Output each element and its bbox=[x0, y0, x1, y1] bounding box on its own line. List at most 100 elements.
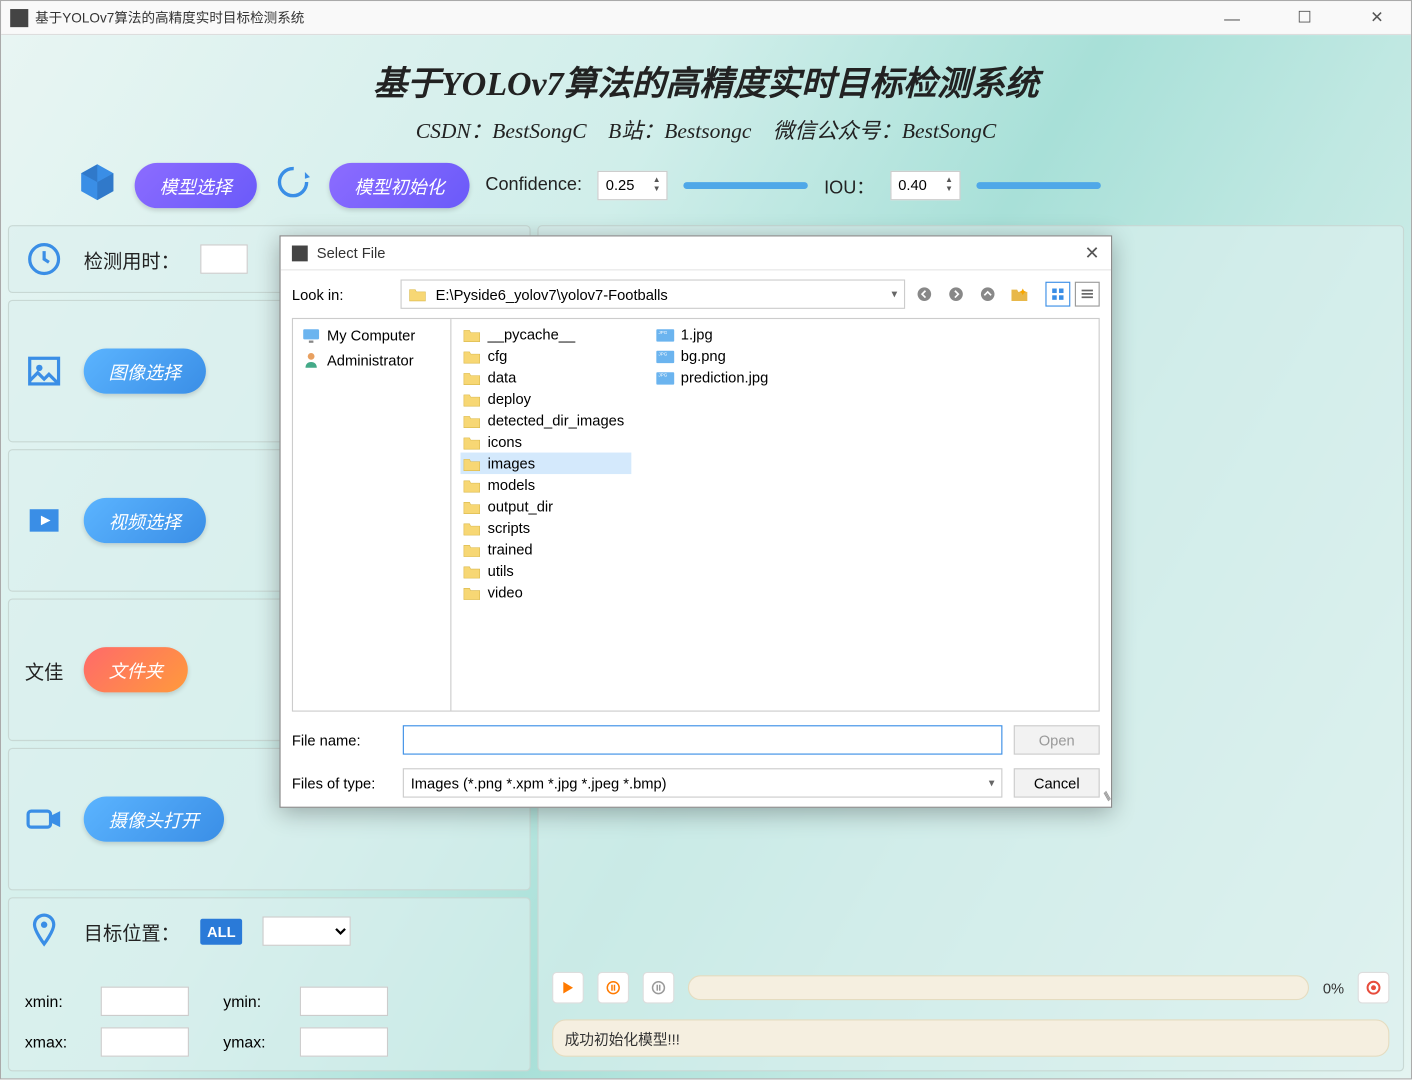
folder-item[interactable]: deploy bbox=[460, 388, 631, 409]
lookin-dropdown[interactable]: E:\Pyside6_yolov7\yolov7-Footballs ▾ bbox=[401, 279, 906, 308]
filename-input[interactable] bbox=[403, 725, 1003, 754]
spin-down-icon[interactable]: ▼ bbox=[649, 185, 665, 194]
file-list[interactable]: __pycache__cfgdatadeploydetected_dir_ima… bbox=[451, 319, 1098, 710]
video-select-button[interactable]: 视频选择 bbox=[84, 498, 206, 543]
folder-item[interactable]: detected_dir_images bbox=[460, 410, 631, 431]
page-subtitle: CSDN：BestSongC B站：Bestsongc 微信公众号：BestSo… bbox=[8, 114, 1404, 145]
maximize-button[interactable]: ☐ bbox=[1280, 2, 1330, 34]
ymin-input[interactable] bbox=[299, 987, 387, 1016]
chevron-down-icon: ▾ bbox=[989, 777, 995, 789]
new-folder-icon[interactable] bbox=[1009, 284, 1029, 304]
filetype-dropdown[interactable]: Images (*.png *.xpm *.jpg *.jpeg *.bmp) … bbox=[403, 768, 1003, 797]
image-item[interactable]: JPGbg.png bbox=[654, 345, 775, 366]
image-item[interactable]: JPG1.jpg bbox=[654, 324, 775, 345]
folder-item[interactable]: scripts bbox=[460, 517, 631, 538]
camera-icon bbox=[25, 800, 63, 838]
progress-bar[interactable] bbox=[688, 975, 1309, 1000]
forward-icon[interactable] bbox=[946, 284, 966, 304]
iou-label: IOU： bbox=[824, 171, 874, 198]
image-icon bbox=[25, 352, 63, 390]
filename-label: File name: bbox=[292, 731, 392, 748]
folder-item[interactable]: models bbox=[460, 474, 631, 495]
camera-open-button[interactable]: 摄像头打开 bbox=[84, 797, 224, 842]
dialog-icon bbox=[292, 245, 308, 261]
status-message: 成功初始化模型!!! bbox=[552, 1019, 1389, 1056]
xmin-label: xmin: bbox=[25, 992, 67, 1010]
wenjia-label: 文佳 bbox=[25, 656, 63, 684]
progress-percent: 0% bbox=[1323, 979, 1344, 996]
folder-item[interactable]: utils bbox=[460, 560, 631, 581]
cancel-button[interactable]: Cancel bbox=[1014, 768, 1100, 797]
lookin-path: E:\Pyside6_yolov7\yolov7-Footballs bbox=[436, 286, 668, 303]
filetype-label: Files of type: bbox=[292, 774, 392, 791]
iou-input[interactable]: ▲▼ bbox=[890, 170, 960, 199]
detect-time-label: 检测用时： bbox=[84, 245, 180, 273]
toolbar: 模型选择 模型初始化 Confidence: ▲▼ IOU： ▲▼ bbox=[8, 161, 1404, 221]
spin-down-icon[interactable]: ▼ bbox=[941, 185, 957, 194]
all-badge: ALL bbox=[200, 918, 242, 944]
window-title: 基于YOLOv7算法的高精度实时目标检测系统 bbox=[35, 8, 1207, 27]
spin-up-icon[interactable]: ▲ bbox=[649, 176, 665, 185]
target-position-cell: 目标位置： ALL xmin: ymin: xmax: ymax: bbox=[8, 897, 531, 1071]
confidence-input[interactable]: ▲▼ bbox=[598, 170, 668, 199]
svg-text:JPG: JPG bbox=[658, 329, 667, 334]
folder-item[interactable]: video bbox=[460, 582, 631, 603]
clock-icon bbox=[25, 240, 63, 278]
window-titlebar: 基于YOLOv7算法的高精度实时目标检测系统 — ☐ ✕ bbox=[1, 1, 1411, 35]
folder-button[interactable]: 文件夹 bbox=[84, 647, 188, 692]
folder-item[interactable]: __pycache__ bbox=[460, 324, 631, 345]
cube-icon bbox=[76, 161, 119, 210]
model-select-button[interactable]: 模型选择 bbox=[135, 162, 257, 207]
folder-item[interactable]: data bbox=[460, 367, 631, 388]
stop-button[interactable] bbox=[643, 972, 675, 1004]
play-button[interactable] bbox=[552, 972, 584, 1004]
header-panel: 基于YOLOv7算法的高精度实时目标检测系统 CSDN：BestSongC B站… bbox=[8, 42, 1404, 145]
confidence-value[interactable] bbox=[599, 176, 649, 193]
iou-value[interactable] bbox=[891, 176, 941, 193]
folder-item[interactable]: images bbox=[460, 453, 631, 474]
confidence-slider[interactable] bbox=[684, 182, 808, 189]
image-select-button[interactable]: 图像选择 bbox=[84, 348, 206, 393]
minimize-button[interactable]: — bbox=[1207, 2, 1257, 34]
svg-text:JPG: JPG bbox=[658, 372, 667, 377]
folder-item[interactable]: trained bbox=[460, 539, 631, 560]
folder-item[interactable]: icons bbox=[460, 431, 631, 452]
list-view-icon[interactable] bbox=[1075, 282, 1100, 307]
folder-item[interactable]: cfg bbox=[460, 345, 631, 366]
video-icon bbox=[25, 501, 63, 539]
spin-up-icon[interactable]: ▲ bbox=[941, 176, 957, 185]
file-tree[interactable]: My Computer Administrator bbox=[293, 319, 451, 710]
transport-bar: 0% bbox=[539, 961, 1403, 1015]
refresh-icon bbox=[273, 162, 314, 208]
ymax-label: ymax: bbox=[223, 1033, 265, 1051]
grid-view-icon[interactable] bbox=[1045, 282, 1070, 307]
folder-item[interactable]: output_dir bbox=[460, 496, 631, 517]
close-button[interactable]: ✕ bbox=[1352, 2, 1402, 34]
iou-slider[interactable] bbox=[976, 182, 1100, 189]
pause-button[interactable] bbox=[597, 972, 629, 1004]
location-icon bbox=[25, 912, 63, 950]
xmax-label: xmax: bbox=[25, 1033, 67, 1051]
xmax-input[interactable] bbox=[101, 1027, 189, 1056]
dialog-titlebar: Select File ✕ bbox=[281, 236, 1111, 270]
up-icon[interactable] bbox=[978, 284, 998, 304]
back-icon[interactable] bbox=[914, 284, 934, 304]
open-button[interactable]: Open bbox=[1014, 725, 1100, 754]
ymax-input[interactable] bbox=[299, 1027, 387, 1056]
tree-administrator[interactable]: Administrator bbox=[300, 347, 444, 372]
target-position-label: 目标位置： bbox=[84, 917, 180, 945]
model-init-button[interactable]: 模型初始化 bbox=[329, 162, 469, 207]
record-button[interactable] bbox=[1358, 972, 1390, 1004]
dialog-close-button[interactable]: ✕ bbox=[1085, 242, 1100, 265]
page-title: 基于YOLOv7算法的高精度实时目标检测系统 bbox=[8, 55, 1404, 105]
chevron-down-icon: ▾ bbox=[892, 288, 898, 300]
image-item[interactable]: JPGprediction.jpg bbox=[654, 367, 775, 388]
target-select[interactable] bbox=[263, 916, 351, 945]
xmin-input[interactable] bbox=[101, 987, 189, 1016]
detect-time-value bbox=[200, 244, 248, 273]
confidence-label: Confidence: bbox=[485, 175, 582, 195]
dialog-title: Select File bbox=[317, 244, 386, 261]
svg-text:JPG: JPG bbox=[658, 351, 667, 356]
file-dialog: Select File ✕ Look in: E:\Pyside6_yolov7… bbox=[279, 235, 1112, 807]
tree-my-computer[interactable]: My Computer bbox=[300, 324, 444, 348]
